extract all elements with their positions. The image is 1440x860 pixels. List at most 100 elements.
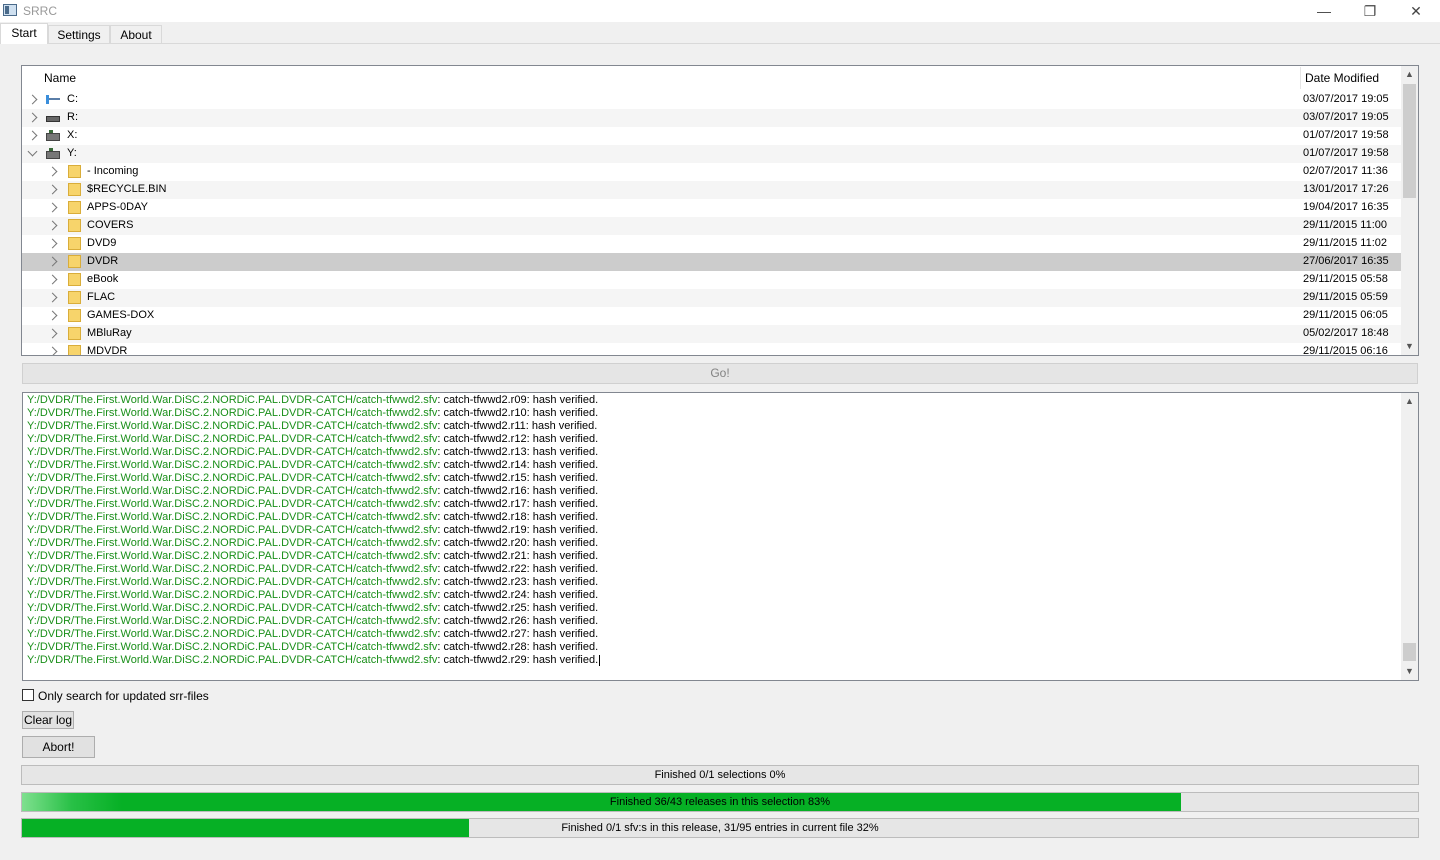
tree-row[interactable]: FLAC 29/11/2015 05:59	[22, 289, 1402, 307]
tree-row-name: DVD9	[87, 237, 117, 249]
abort-button[interactable]: Abort!	[22, 736, 95, 758]
log-line-path: Y:/DVDR/The.First.World.War.DiSC.2.NORDi…	[27, 628, 438, 640]
clear-log-button[interactable]: Clear log	[22, 711, 74, 729]
log-scrollbar[interactable]: ▲ ▼	[1401, 393, 1418, 680]
log-line-path: Y:/DVDR/The.First.World.War.DiSC.2.NORDi…	[27, 602, 438, 614]
log-line-message: : catch-tfwwd2.r26: hash verified.	[437, 615, 599, 627]
scroll-thumb[interactable]	[1403, 643, 1416, 661]
log-line-message: : catch-tfwwd2.r14: hash verified.	[437, 459, 599, 471]
tree-row[interactable]: DVDR 27/06/2017 16:35	[22, 253, 1402, 271]
tree-row-date: 29/11/2015 06:05	[1303, 309, 1388, 321]
log-lines: Y:/DVDR/The.First.World.War.DiSC.2.NORDi…	[27, 394, 1397, 667]
folder-icon	[68, 327, 81, 340]
log-line-message: : catch-tfwwd2.r27: hash verified.	[437, 628, 599, 640]
log-line: Y:/DVDR/The.First.World.War.DiSC.2.NORDi…	[27, 433, 1397, 446]
chevron-right-icon[interactable]	[47, 274, 58, 285]
tree-rows: C: 03/07/2017 19:05 R: 03/07/2017 19:05 X: 01…	[22, 91, 1402, 355]
log-line-message: : catch-tfwwd2.r20: hash verified.	[437, 537, 599, 549]
tree-row-name: eBook	[87, 273, 119, 285]
chevron-right-icon[interactable]	[47, 220, 58, 231]
column-header-date[interactable]: Date Modified	[1305, 71, 1379, 85]
chevron-right-icon[interactable]	[47, 238, 58, 249]
minimize-button[interactable]: —	[1301, 0, 1347, 22]
tree-row[interactable]: APPS-0DAY 19/04/2017 16:35	[22, 199, 1402, 217]
progress-label: Finished 0/1 selections 0%	[654, 769, 786, 781]
tree-scrollbar[interactable]: ▲ ▼	[1401, 66, 1418, 355]
log-line-path: Y:/DVDR/The.First.World.War.DiSC.2.NORDi…	[27, 615, 438, 627]
tree-row[interactable]: Y: 01/07/2017 19:58	[22, 145, 1402, 163]
log-output[interactable]: Y:/DVDR/The.First.World.War.DiSC.2.NORDi…	[22, 392, 1419, 681]
scroll-thumb[interactable]	[1403, 84, 1416, 198]
tab-about[interactable]: About	[110, 25, 162, 43]
log-line-message: : catch-tfwwd2.r12: hash verified.	[437, 433, 599, 445]
tree-row[interactable]: GAMES-DOX 29/11/2015 06:05	[22, 307, 1402, 325]
tree-row[interactable]: MDVDR 29/11/2015 06:16	[22, 343, 1402, 355]
chevron-right-icon[interactable]	[27, 112, 38, 123]
tree-row[interactable]: eBook 29/11/2015 05:58	[22, 271, 1402, 289]
chevron-right-icon[interactable]	[47, 202, 58, 213]
tree-header: Name Date Modified	[22, 66, 1402, 90]
log-line-path: Y:/DVDR/The.First.World.War.DiSC.2.NORDi…	[27, 472, 438, 484]
column-separator[interactable]	[1300, 67, 1301, 89]
chevron-right-icon[interactable]	[47, 292, 58, 303]
tree-row[interactable]: R: 03/07/2017 19:05	[22, 109, 1402, 127]
chevron-down-icon[interactable]	[27, 146, 38, 157]
chevron-right-icon[interactable]	[47, 328, 58, 339]
log-line-path: Y:/DVDR/The.First.World.War.DiSC.2.NORDi…	[27, 550, 438, 562]
folder-icon	[68, 309, 81, 322]
restore-button[interactable]: ❐	[1347, 0, 1393, 22]
tree-row[interactable]: - Incoming 02/07/2017 11:36	[22, 163, 1402, 181]
scroll-up-icon[interactable]: ▲	[1401, 393, 1418, 410]
log-line-path: Y:/DVDR/The.First.World.War.DiSC.2.NORDi…	[27, 394, 438, 406]
log-line: Y:/DVDR/The.First.World.War.DiSC.2.NORDi…	[27, 498, 1397, 511]
tree-row[interactable]: $RECYCLE.BIN 13/01/2017 17:26	[22, 181, 1402, 199]
log-line: Y:/DVDR/The.First.World.War.DiSC.2.NORDi…	[27, 420, 1397, 433]
log-line-path: Y:/DVDR/The.First.World.War.DiSC.2.NORDi…	[27, 459, 438, 471]
chevron-right-icon[interactable]	[27, 130, 38, 141]
tab-bar-divider	[0, 43, 1440, 44]
tree-row-name: C:	[67, 93, 78, 105]
go-button[interactable]: Go!	[22, 363, 1418, 384]
log-line-message: : catch-tfwwd2.r24: hash verified.	[437, 589, 599, 601]
tree-row-date: 02/07/2017 11:36	[1303, 165, 1388, 177]
log-line: Y:/DVDR/The.First.World.War.DiSC.2.NORDi…	[27, 654, 1397, 667]
log-line-message: : catch-tfwwd2.r15: hash verified.	[437, 472, 599, 484]
chevron-right-icon[interactable]	[47, 256, 58, 267]
tree-row-date: 19/04/2017 16:35	[1303, 201, 1389, 213]
tree-row-date: 29/11/2015 11:02	[1303, 237, 1388, 249]
only-updated-checkbox[interactable]	[22, 689, 34, 701]
tree-row[interactable]: MBluRay 05/02/2017 18:48	[22, 325, 1402, 343]
log-line-message: : catch-tfwwd2.r22: hash verified.	[437, 563, 599, 575]
tree-row[interactable]: X: 01/07/2017 19:58	[22, 127, 1402, 145]
tree-row[interactable]: C: 03/07/2017 19:05	[22, 91, 1402, 109]
scroll-down-icon[interactable]: ▼	[1401, 663, 1418, 680]
tree-row-name: R:	[67, 111, 78, 123]
column-header-name[interactable]: Name	[44, 71, 76, 85]
tree-row-date: 29/11/2015 11:00	[1303, 219, 1388, 231]
scroll-up-icon[interactable]: ▲	[1401, 66, 1418, 83]
chevron-right-icon[interactable]	[47, 184, 58, 195]
tree-row[interactable]: COVERS 29/11/2015 11:00	[22, 217, 1402, 235]
log-line-path: Y:/DVDR/The.First.World.War.DiSC.2.NORDi…	[27, 446, 438, 458]
log-line-message: : catch-tfwwd2.r19: hash verified.	[437, 524, 599, 536]
log-line-path: Y:/DVDR/The.First.World.War.DiSC.2.NORDi…	[27, 407, 438, 419]
chevron-right-icon[interactable]	[47, 166, 58, 177]
close-button[interactable]: ✕	[1393, 0, 1439, 22]
tab-start[interactable]: Start	[0, 23, 48, 44]
chevron-right-icon[interactable]	[27, 94, 38, 105]
text-cursor	[599, 654, 601, 666]
only-updated-label[interactable]: Only search for updated srr-files	[38, 689, 209, 703]
file-tree[interactable]: Name Date Modified C: 03/07/2017 19:05 R: 0…	[21, 65, 1419, 356]
log-line-path: Y:/DVDR/The.First.World.War.DiSC.2.NORDi…	[27, 589, 438, 601]
chevron-right-icon[interactable]	[47, 310, 58, 321]
tab-settings[interactable]: Settings	[48, 25, 110, 43]
chevron-right-icon[interactable]	[47, 346, 58, 355]
tree-row[interactable]: DVD9 29/11/2015 11:02	[22, 235, 1402, 253]
sfv-progress-bar: Finished 0/1 sfv:s in this release, 31/9…	[21, 818, 1419, 838]
tree-row-date: 01/07/2017 19:58	[1303, 129, 1389, 141]
log-line: Y:/DVDR/The.First.World.War.DiSC.2.NORDi…	[27, 563, 1397, 576]
tree-row-date: 27/06/2017 16:35	[1303, 255, 1389, 267]
scroll-down-icon[interactable]: ▼	[1401, 338, 1418, 355]
log-line: Y:/DVDR/The.First.World.War.DiSC.2.NORDi…	[27, 524, 1397, 537]
tree-row-date: 13/01/2017 17:26	[1303, 183, 1389, 195]
